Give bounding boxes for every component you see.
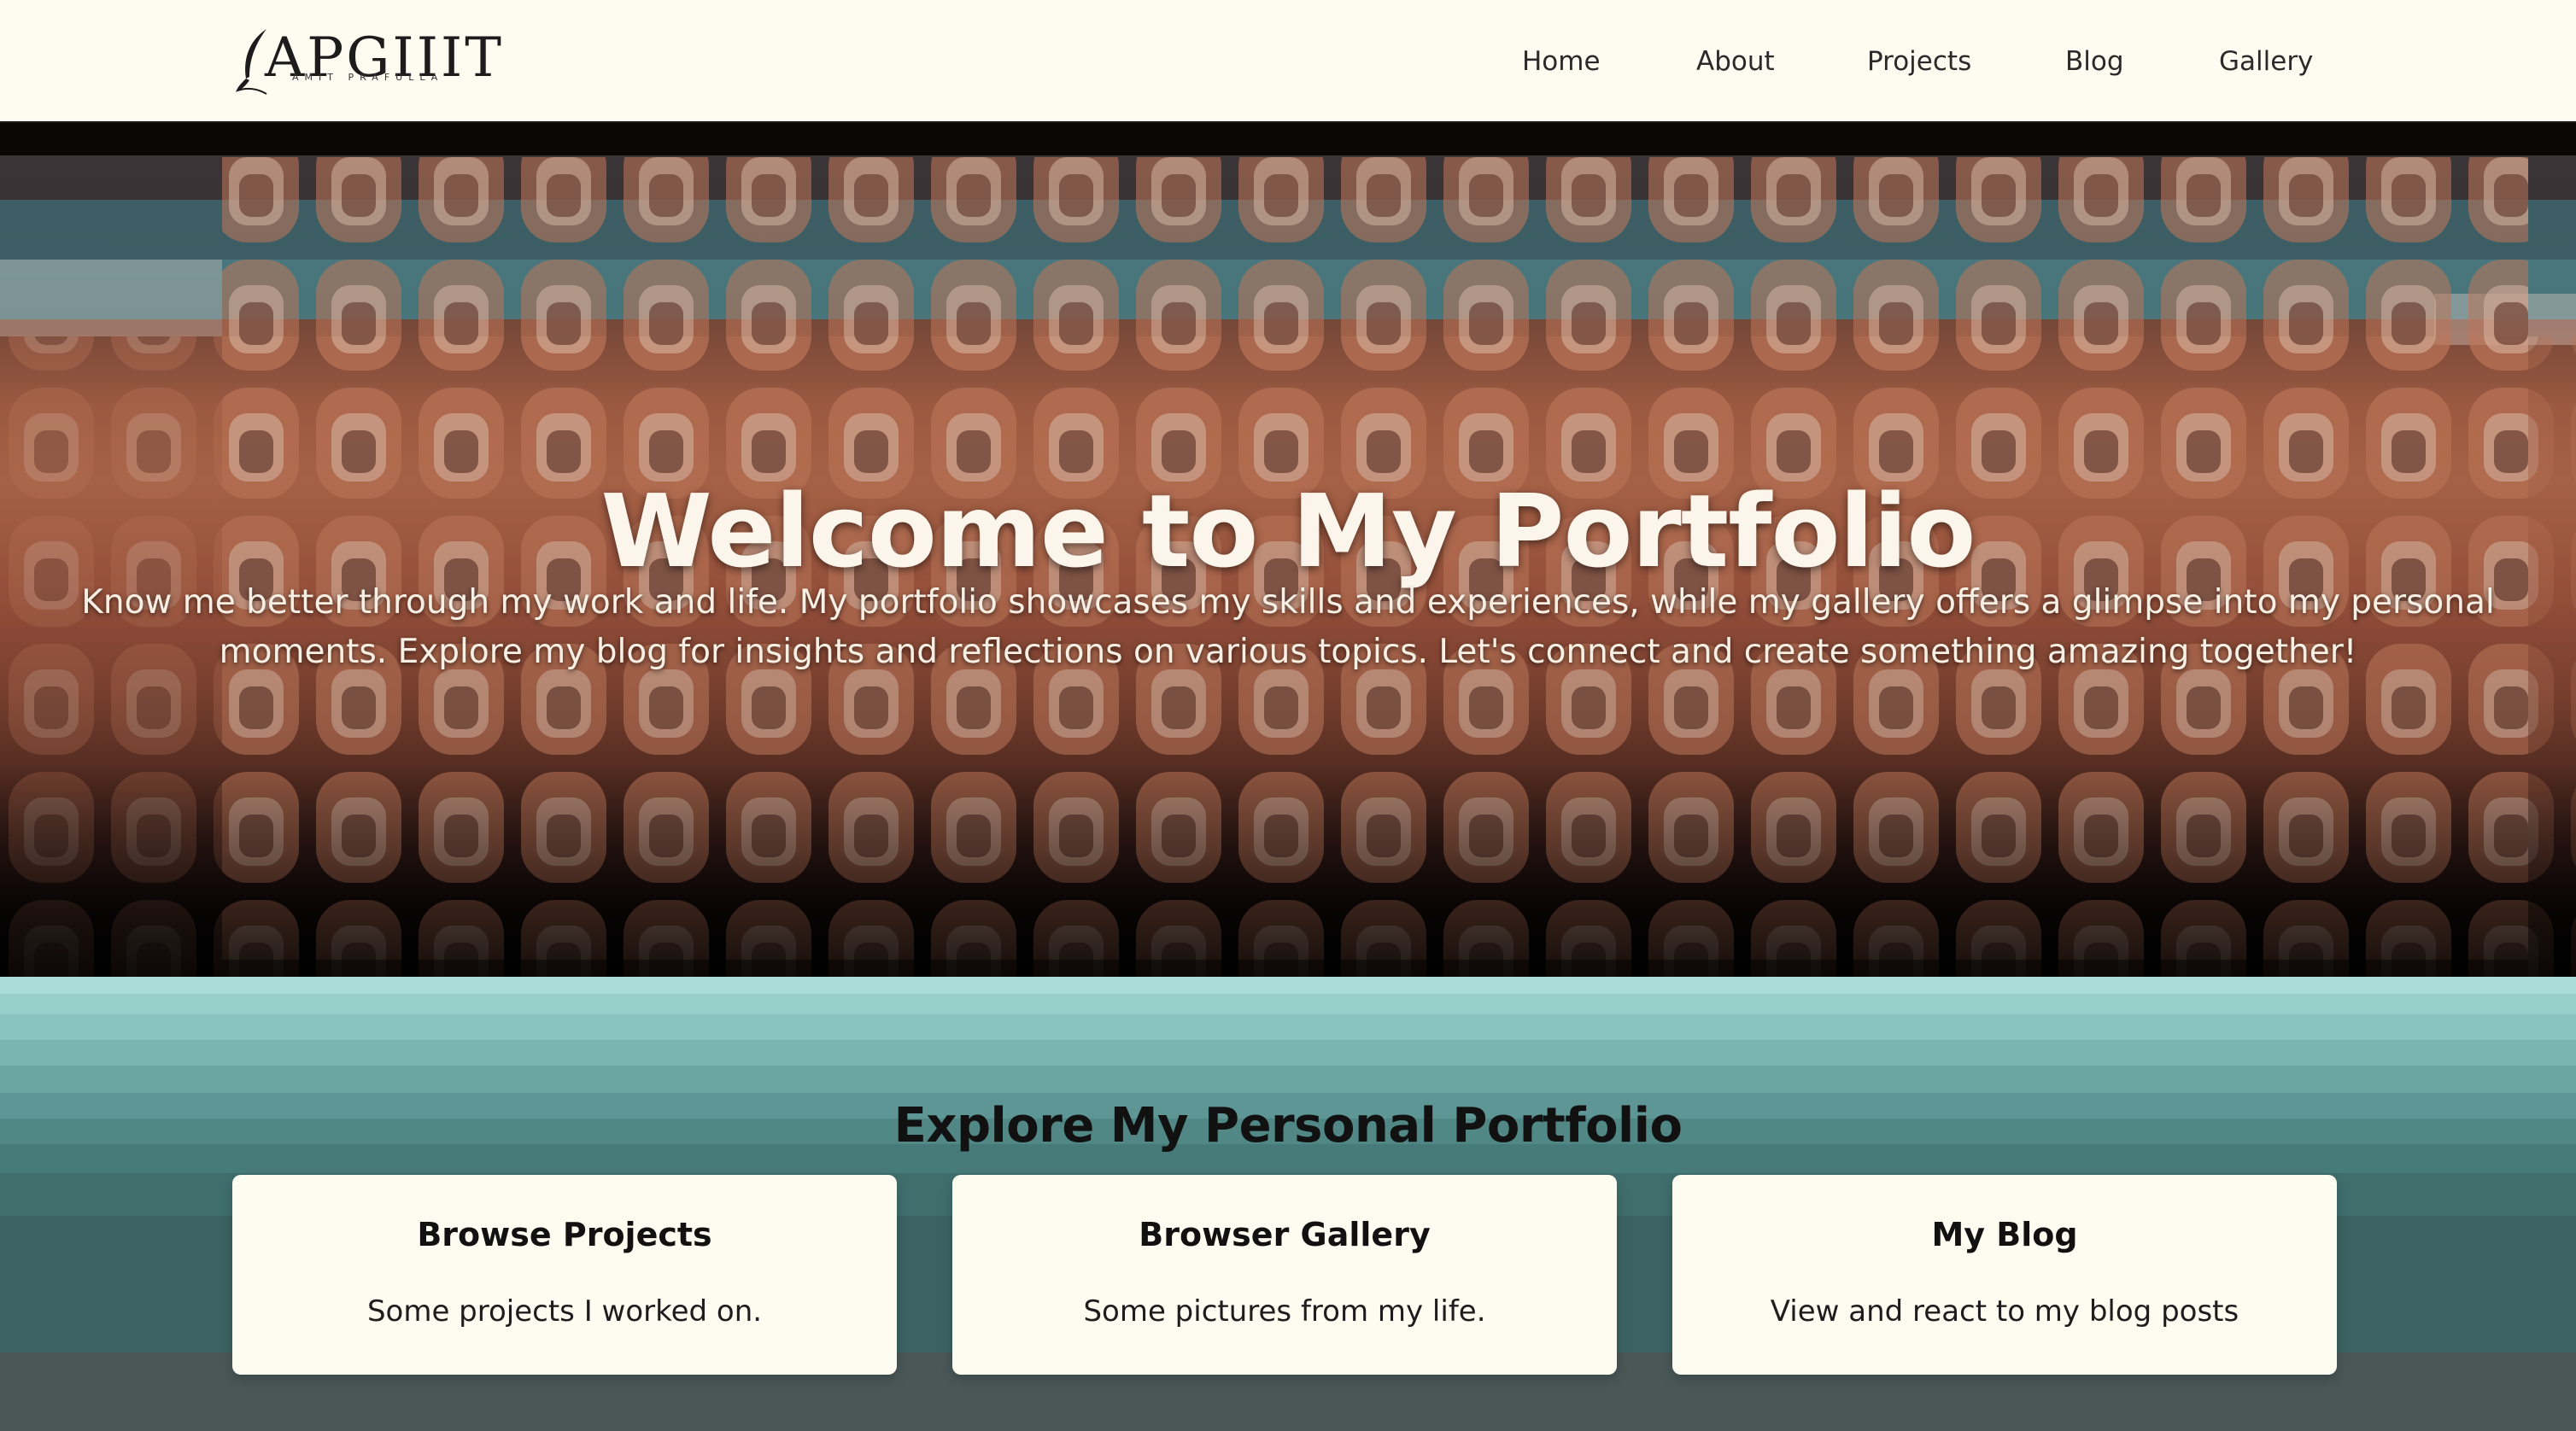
hero-section: Welcome to My Portfolio Know me better t…: [0, 123, 2576, 977]
card-description: Some pictures from my life.: [1083, 1294, 1486, 1329]
nav-item-projects[interactable]: Projects: [1867, 38, 1971, 85]
card-my-blog[interactable]: My Blog View and react to my blog posts: [1672, 1175, 2337, 1375]
card-title: My Blog: [1931, 1216, 2078, 1253]
explore-section: Explore My Personal Portfolio Browse Pro…: [0, 977, 2576, 1431]
card-description: Some projects I worked on.: [366, 1294, 763, 1329]
hero-description: Know me better through my work and life.…: [81, 583, 2495, 671]
card-title: Browser Gallery: [1139, 1216, 1431, 1253]
card-title: Browse Projects: [417, 1216, 712, 1253]
site-logo[interactable]: APGIIIT AMIT PRAFULLA: [232, 26, 501, 97]
nav-item-blog[interactable]: Blog: [2065, 38, 2124, 85]
site-header: APGIIIT AMIT PRAFULLA Home About Project…: [0, 0, 2576, 123]
nav-item-gallery[interactable]: Gallery: [2219, 38, 2313, 85]
nav-item-home[interactable]: Home: [1522, 38, 1601, 85]
card-browser-gallery[interactable]: Browser Gallery Some pictures from my li…: [952, 1175, 1617, 1375]
nav-item-about[interactable]: About: [1696, 38, 1775, 85]
card-description: View and react to my blog posts: [1770, 1294, 2239, 1329]
card-browse-projects[interactable]: Browse Projects Some projects I worked o…: [232, 1175, 897, 1375]
logo-subtitle: AMIT PRAFULLA: [292, 72, 444, 83]
hero-title: Welcome to My Portfolio: [600, 472, 1976, 591]
section-title: Explore My Personal Portfolio: [893, 1098, 1683, 1154]
